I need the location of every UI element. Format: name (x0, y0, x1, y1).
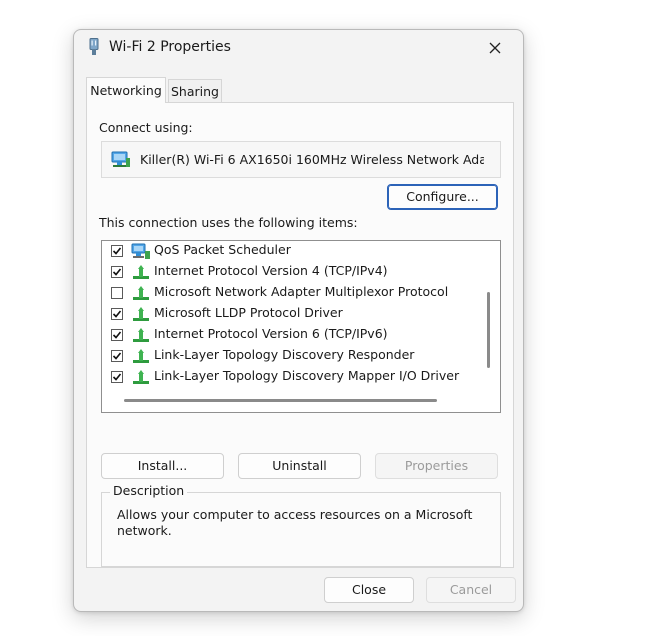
network-adapter-icon (88, 38, 100, 58)
item-label: Internet Protocol Version 6 (TCP/IPv6) (154, 326, 388, 341)
item-checkbox[interactable] (111, 245, 123, 257)
item-label: QoS Packet Scheduler (154, 242, 291, 257)
item-checkbox[interactable] (111, 266, 123, 278)
close-icon[interactable] (473, 32, 517, 66)
horizontal-scrollbar[interactable] (124, 399, 437, 402)
item-checkbox[interactable] (111, 350, 123, 362)
item-label: Link-Layer Topology Discovery Mapper I/O… (154, 368, 460, 383)
configure-button[interactable]: Configure... (387, 184, 498, 210)
close-button[interactable]: Close (324, 577, 414, 603)
list-item[interactable]: Link-Layer Topology Discovery Responder (102, 346, 486, 367)
tab-sharing-label: Sharing (171, 84, 219, 99)
protocol-icon (131, 369, 151, 386)
description-legend: Description (110, 483, 188, 498)
item-label: Microsoft Network Adapter Multiplexor Pr… (154, 284, 449, 299)
protocol-icon (131, 306, 151, 323)
item-checkbox[interactable] (111, 287, 123, 299)
tab-sharing[interactable]: Sharing (168, 79, 222, 102)
item-checkbox[interactable] (111, 329, 123, 341)
item-label: Link-Layer Topology Discovery Responder (154, 347, 415, 362)
protocol-icon (131, 285, 151, 302)
window-title: Wi-Fi 2 Properties (109, 39, 231, 55)
item-label: Internet Protocol Version 4 (TCP/IPv4) (154, 263, 388, 278)
description-text: Allows your computer to access resources… (117, 507, 473, 538)
list-item[interactable]: Microsoft LLDP Protocol Driver (102, 304, 486, 325)
protocol-icon (131, 348, 151, 365)
items-label: This connection uses the following items… (99, 215, 358, 230)
adapter-field: Killer(R) Wi-Fi 6 AX1650i 160MHz Wireles… (101, 141, 501, 178)
list-item[interactable]: Link-Layer Topology Discovery Mapper I/O… (102, 367, 486, 388)
connect-using-label: Connect using: (99, 120, 193, 135)
tab-networking-label: Networking (90, 83, 162, 98)
install-button[interactable]: Install... (101, 453, 224, 479)
cancel-button[interactable]: Cancel (426, 577, 516, 603)
network-adapter-icon (111, 151, 131, 169)
protocol-icon (131, 327, 151, 344)
item-label: Microsoft LLDP Protocol Driver (154, 305, 343, 320)
adapter-name: Killer(R) Wi-Fi 6 AX1650i 160MHz Wireles… (140, 152, 484, 167)
list-item[interactable]: Microsoft Network Adapter Multiplexor Pr… (102, 283, 486, 304)
tab-networking[interactable]: Networking (86, 77, 166, 103)
network-service-icon (131, 243, 151, 260)
item-checkbox[interactable] (111, 308, 123, 320)
description-group: Description Allows your computer to acce… (101, 483, 501, 567)
list-item[interactable]: Internet Protocol Version 6 (TCP/IPv6) (102, 325, 486, 346)
properties-dialog: Wi-Fi 2 Properties Networking Sharing Co… (73, 29, 524, 612)
title-bar[interactable]: Wi-Fi 2 Properties (74, 30, 523, 68)
uninstall-button[interactable]: Uninstall (238, 453, 361, 479)
list-item[interactable]: Internet Protocol Version 4 (TCP/IPv4) (102, 262, 486, 283)
item-checkbox[interactable] (111, 371, 123, 383)
vertical-scrollbar[interactable] (487, 292, 490, 368)
networking-panel: Connect using: Killer(R) Wi-Fi 6 AX1650i… (86, 102, 514, 568)
list-item[interactable]: QoS Packet Scheduler (102, 241, 486, 262)
protocol-icon (131, 264, 151, 281)
items-list[interactable]: QoS Packet Scheduler Internet Protocol V… (101, 240, 501, 413)
properties-button[interactable]: Properties (375, 453, 498, 479)
